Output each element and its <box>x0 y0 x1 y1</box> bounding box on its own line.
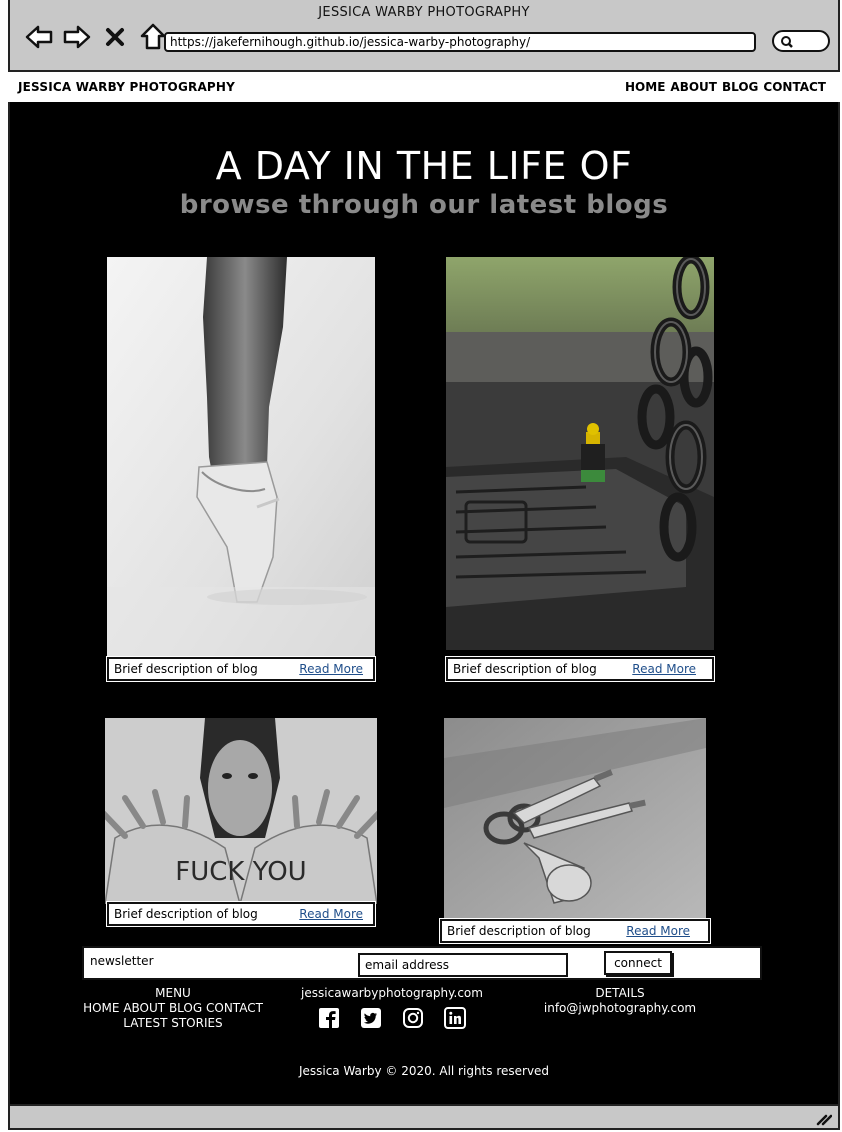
footer-social: jessicawarbyphotography.com <box>292 986 492 1029</box>
footer-email[interactable]: info@jwphotography.com <box>530 1001 710 1016</box>
hand-writing-text: FUCK YOU <box>175 857 306 887</box>
footer-site-url[interactable]: jessicawarbyphotography.com <box>292 986 492 1001</box>
connect-button[interactable]: connect <box>604 951 672 975</box>
blog-photo-ballet[interactable] <box>107 257 375 657</box>
hero-subtitle: browse through our latest blogs <box>179 190 669 220</box>
resize-grip-icon[interactable] <box>816 1112 832 1126</box>
blog-description: Brief description of blog <box>114 907 258 921</box>
nav-link-contact[interactable]: CONTACT <box>763 80 826 94</box>
email-input[interactable]: email address <box>358 953 568 977</box>
instagram-icon[interactable] <box>402 1007 424 1029</box>
read-more-link[interactable]: Read More <box>299 662 363 676</box>
footer-menu-heading: MENU <box>155 986 191 1000</box>
footer-menu-links: HOME ABOUT BLOG CONTACT <box>78 1001 268 1016</box>
search-icon <box>781 36 793 48</box>
site-header: JESSICA WARBY PHOTOGRAPHY HOME ABOUT BLO… <box>8 72 840 102</box>
blog-photo-keys[interactable] <box>444 718 706 918</box>
browser-nav-buttons <box>24 22 168 52</box>
social-links <box>292 1007 492 1029</box>
blog-photo-hands-portrait[interactable]: FUCK YOU <box>105 718 377 904</box>
read-more-link[interactable]: Read More <box>626 924 690 938</box>
address-bar[interactable]: https://jakefernihough.github.io/jessica… <box>164 32 756 52</box>
forward-arrow-icon[interactable] <box>62 22 92 52</box>
blog-description: Brief description of blog <box>447 924 591 938</box>
window-title: JESSICA WARBY PHOTOGRAPHY <box>318 5 530 20</box>
footer-details: DETAILS info@jwphotography.com <box>530 986 710 1016</box>
footer-link-about[interactable]: ABOUT <box>123 1001 165 1015</box>
blog-description: Brief description of blog <box>114 662 258 676</box>
footer-link-blog[interactable]: BLOG <box>169 1001 202 1015</box>
back-arrow-icon[interactable] <box>24 22 54 52</box>
footer-menu: MENU HOME ABOUT BLOG CONTACT LATEST STOR… <box>78 986 268 1031</box>
blog-card-caption: Brief description of blog Read More <box>440 919 710 943</box>
read-more-link[interactable]: Read More <box>632 662 696 676</box>
footer-link-latest-stories[interactable]: LATEST STORIES <box>78 1016 268 1031</box>
facebook-icon[interactable] <box>318 1007 340 1029</box>
blog-card-caption: Brief description of blog Read More <box>107 902 375 926</box>
blog-description: Brief description of blog <box>453 662 597 676</box>
close-icon[interactable] <box>100 22 130 52</box>
footer-details-heading: DETAILS <box>595 986 645 1000</box>
nav-link-home[interactable]: HOME <box>625 80 665 94</box>
nav-link-about[interactable]: ABOUT <box>670 80 717 94</box>
blog-photo-chain-swing[interactable] <box>446 257 714 650</box>
site-brand[interactable]: JESSICA WARBY PHOTOGRAPHY <box>18 80 235 94</box>
main-nav: HOME ABOUT BLOG CONTACT <box>625 80 826 94</box>
blog-card-caption: Brief description of blog Read More <box>107 657 375 681</box>
newsletter-label: newsletter <box>90 954 154 968</box>
footer-link-home[interactable]: HOME <box>83 1001 119 1015</box>
read-more-link[interactable]: Read More <box>299 907 363 921</box>
twitter-icon[interactable] <box>360 1007 382 1029</box>
footer-link-contact[interactable]: CONTACT <box>206 1001 263 1015</box>
linkedin-icon[interactable] <box>444 1007 466 1029</box>
hero-title: A DAY IN THE LIFE OF <box>215 144 633 188</box>
blog-card-caption: Brief description of blog Read More <box>446 657 714 681</box>
main-content: A DAY IN THE LIFE OF browse through our … <box>8 102 840 1104</box>
browser-chrome: JESSICA WARBY PHOTOGRAPHY https://jakefe… <box>8 0 840 72</box>
browser-search-button[interactable] <box>772 30 830 52</box>
copyright-text: Jessica Warby © 2020. All rights reserve… <box>298 1064 550 1078</box>
nav-link-blog[interactable]: BLOG <box>722 80 758 94</box>
browser-status-bar <box>8 1104 840 1130</box>
newsletter-bar: newsletter email address connect <box>82 946 762 980</box>
